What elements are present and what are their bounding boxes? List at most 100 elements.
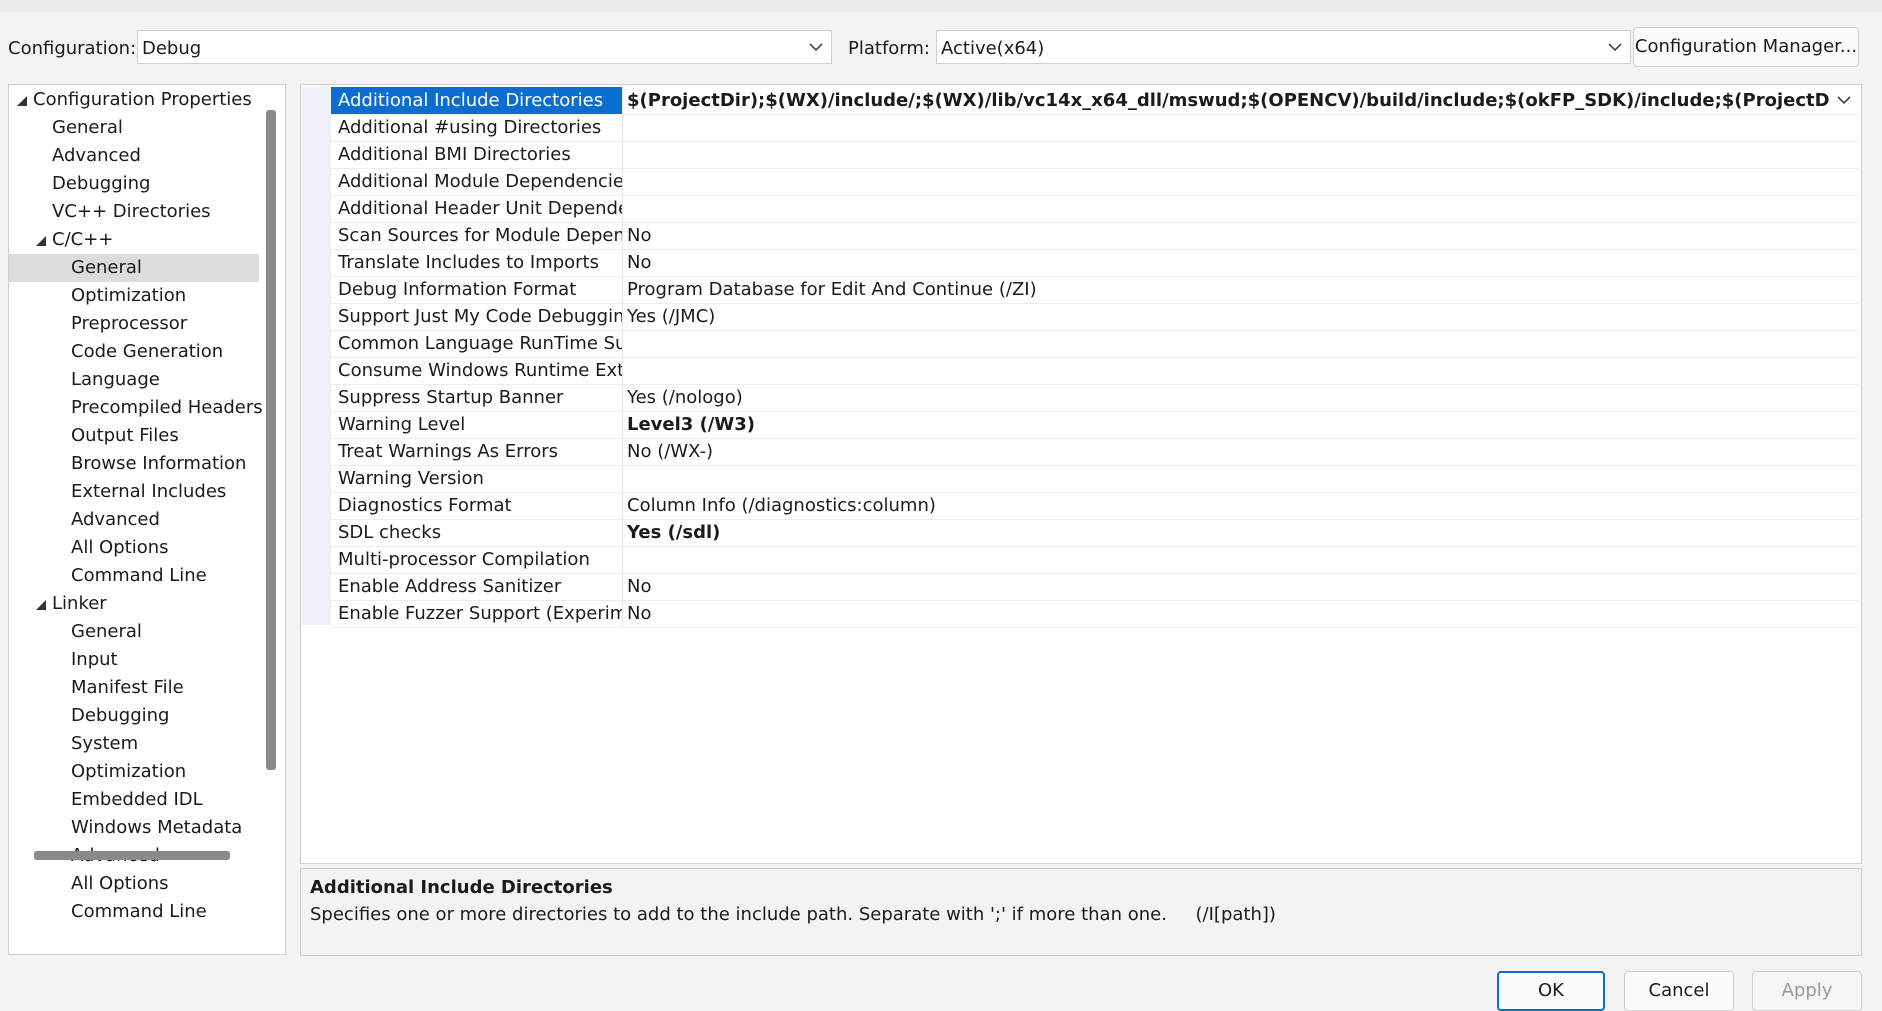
property-name[interactable]: Consume Windows Runtime Extensi [331,357,623,384]
property-row[interactable]: Scan Sources for Module Dependen No [331,222,1859,250]
tree-item-cpp-code-generation[interactable]: Code Generation [71,338,223,366]
cancel-button[interactable]: Cancel [1624,971,1734,1011]
tree-item-linker-optimization[interactable]: Optimization [71,758,186,786]
property-value[interactable]: Yes (/nologo) [623,384,1859,411]
property-row[interactable]: Additional Module Dependencies [331,168,1859,196]
property-row-additional-include-directories[interactable]: Additional Include Directories $(Project… [331,87,1859,115]
property-name[interactable]: Support Just My Code Debugging [331,303,623,330]
tree-item-linker[interactable]: Linker [52,590,107,618]
tree-item-cpp-general[interactable]: General [9,254,259,282]
property-name[interactable]: Additional Include Directories [331,87,623,114]
property-value[interactable]: No (/WX-) [623,438,1859,465]
property-row[interactable]: Warning Version [331,465,1859,493]
property-row[interactable]: Support Just My Code Debugging Yes (/JMC… [331,303,1859,331]
property-row[interactable]: Diagnostics Format Column Info (/diagnos… [331,492,1859,520]
property-row[interactable]: SDL checks Yes (/sdl) [331,519,1859,547]
property-name[interactable]: Enable Fuzzer Support (Experimenta [331,600,623,627]
tree-item-vc-directories[interactable]: VC++ Directories [52,198,211,226]
property-value[interactable]: No [623,222,1859,249]
tree-item-cpp-optimization[interactable]: Optimization [71,282,186,310]
property-value[interactable] [623,546,1859,573]
configuration-dropdown[interactable]: Debug [137,30,832,64]
property-row[interactable]: Treat Warnings As Errors No (/WX-) [331,438,1859,466]
property-row[interactable]: Warning Level Level3 (/W3) [331,411,1859,439]
tree-item-linker-embedded-idl[interactable]: Embedded IDL [71,786,203,814]
property-name[interactable]: Warning Level [331,411,623,438]
tree-item-linker-command-line[interactable]: Command Line [71,898,207,926]
property-row[interactable]: Consume Windows Runtime Extensi [331,357,1859,385]
property-value[interactable]: Level3 (/W3) [623,411,1859,438]
property-row[interactable]: Translate Includes to Imports No [331,249,1859,277]
tree-item-general[interactable]: General [52,114,123,142]
platform-dropdown[interactable]: Active(x64) [936,30,1631,64]
property-name[interactable]: Warning Version [331,465,623,492]
tree-item-cpp[interactable]: C/C++ [52,226,113,254]
tree-item-linker-manifest-file[interactable]: Manifest File [71,674,184,702]
property-row[interactable]: Additional BMI Directories [331,141,1859,169]
expand-caret-icon[interactable] [17,96,27,106]
property-name[interactable]: Additional Module Dependencies [331,168,623,195]
tree-item-linker-general[interactable]: General [71,618,142,646]
property-value[interactable]: Column Info (/diagnostics:column) [623,492,1859,519]
property-value[interactable] [623,141,1859,168]
apply-button[interactable]: Apply [1752,971,1862,1011]
property-grid[interactable]: Additional Include Directories $(Project… [300,84,1862,864]
tree-horizontal-scrollbar[interactable] [34,851,230,860]
tree-item-linker-debugging[interactable]: Debugging [71,702,169,730]
property-name[interactable]: Common Language RunTime Suppc [331,330,623,357]
property-name[interactable]: SDL checks [331,519,623,546]
tree-item-linker-input[interactable]: Input [71,646,118,674]
tree-item-cpp-advanced[interactable]: Advanced [71,506,160,534]
property-row[interactable]: Suppress Startup Banner Yes (/nologo) [331,384,1859,412]
property-name[interactable]: Multi-processor Compilation [331,546,623,573]
ok-button[interactable]: OK [1497,971,1605,1011]
property-value[interactable]: No [623,249,1859,276]
property-value[interactable]: Program Database for Edit And Continue (… [623,276,1859,303]
tree-item-cpp-output-files[interactable]: Output Files [71,422,179,450]
tree-item-cpp-external-includes[interactable]: External Includes [71,478,226,506]
property-value[interactable]: No [623,600,1859,627]
property-tree[interactable]: Configuration Properties General Advance… [8,84,286,955]
property-name[interactable]: Additional Header Unit Dependencie [331,195,623,222]
tree-item-debugging[interactable]: Debugging [52,170,150,198]
property-name[interactable]: Additional BMI Directories [331,141,623,168]
property-value[interactable]: Yes (/JMC) [623,303,1859,330]
property-name[interactable]: Diagnostics Format [331,492,623,519]
property-value[interactable] [623,168,1859,195]
property-name[interactable]: Suppress Startup Banner [331,384,623,411]
property-value[interactable]: No [623,573,1859,600]
configuration-manager-button[interactable]: Configuration Manager... [1633,27,1859,67]
tree-vertical-scrollbar[interactable] [266,110,276,770]
property-name[interactable]: Additional #using Directories [331,114,623,141]
tree-item-cpp-precompiled-headers[interactable]: Precompiled Headers [71,394,263,422]
tree-item-cpp-command-line[interactable]: Command Line [71,562,207,590]
property-row[interactable]: Enable Fuzzer Support (Experimenta No [331,600,1859,628]
property-row[interactable]: Debug Information Format Program Databas… [331,276,1859,304]
property-row[interactable]: Enable Address Sanitizer No [331,573,1859,601]
expand-caret-icon[interactable] [36,600,46,610]
tree-item-advanced[interactable]: Advanced [52,142,141,170]
property-name[interactable]: Scan Sources for Module Dependen [331,222,623,249]
tree-item-linker-windows-metadata[interactable]: Windows Metadata [71,814,242,842]
property-value[interactable] [623,465,1859,492]
property-value[interactable] [623,330,1859,357]
tree-item-cpp-browse-information[interactable]: Browse Information [71,450,246,478]
property-row[interactable]: Common Language RunTime Suppc [331,330,1859,358]
property-row[interactable]: Additional #using Directories [331,114,1859,142]
property-value[interactable] [623,357,1859,384]
property-row[interactable]: Multi-processor Compilation [331,546,1859,574]
property-value[interactable] [623,195,1859,222]
chevron-down-icon[interactable] [1833,90,1855,110]
tree-item-cpp-all-options[interactable]: All Options [71,534,169,562]
tree-item-cpp-preprocessor[interactable]: Preprocessor [71,310,187,338]
tree-item-linker-all-options[interactable]: All Options [71,870,169,898]
property-value[interactable]: $(ProjectDir);$(WX)/include/;$(WX)/lib/v… [623,87,1831,114]
property-name[interactable]: Treat Warnings As Errors [331,438,623,465]
property-value[interactable] [623,114,1859,141]
expand-caret-icon[interactable] [36,236,46,246]
property-name[interactable]: Debug Information Format [331,276,623,303]
property-row[interactable]: Additional Header Unit Dependencie [331,195,1859,223]
property-name[interactable]: Enable Address Sanitizer [331,573,623,600]
property-name[interactable]: Translate Includes to Imports [331,249,623,276]
tree-item-cpp-language[interactable]: Language [71,366,160,394]
